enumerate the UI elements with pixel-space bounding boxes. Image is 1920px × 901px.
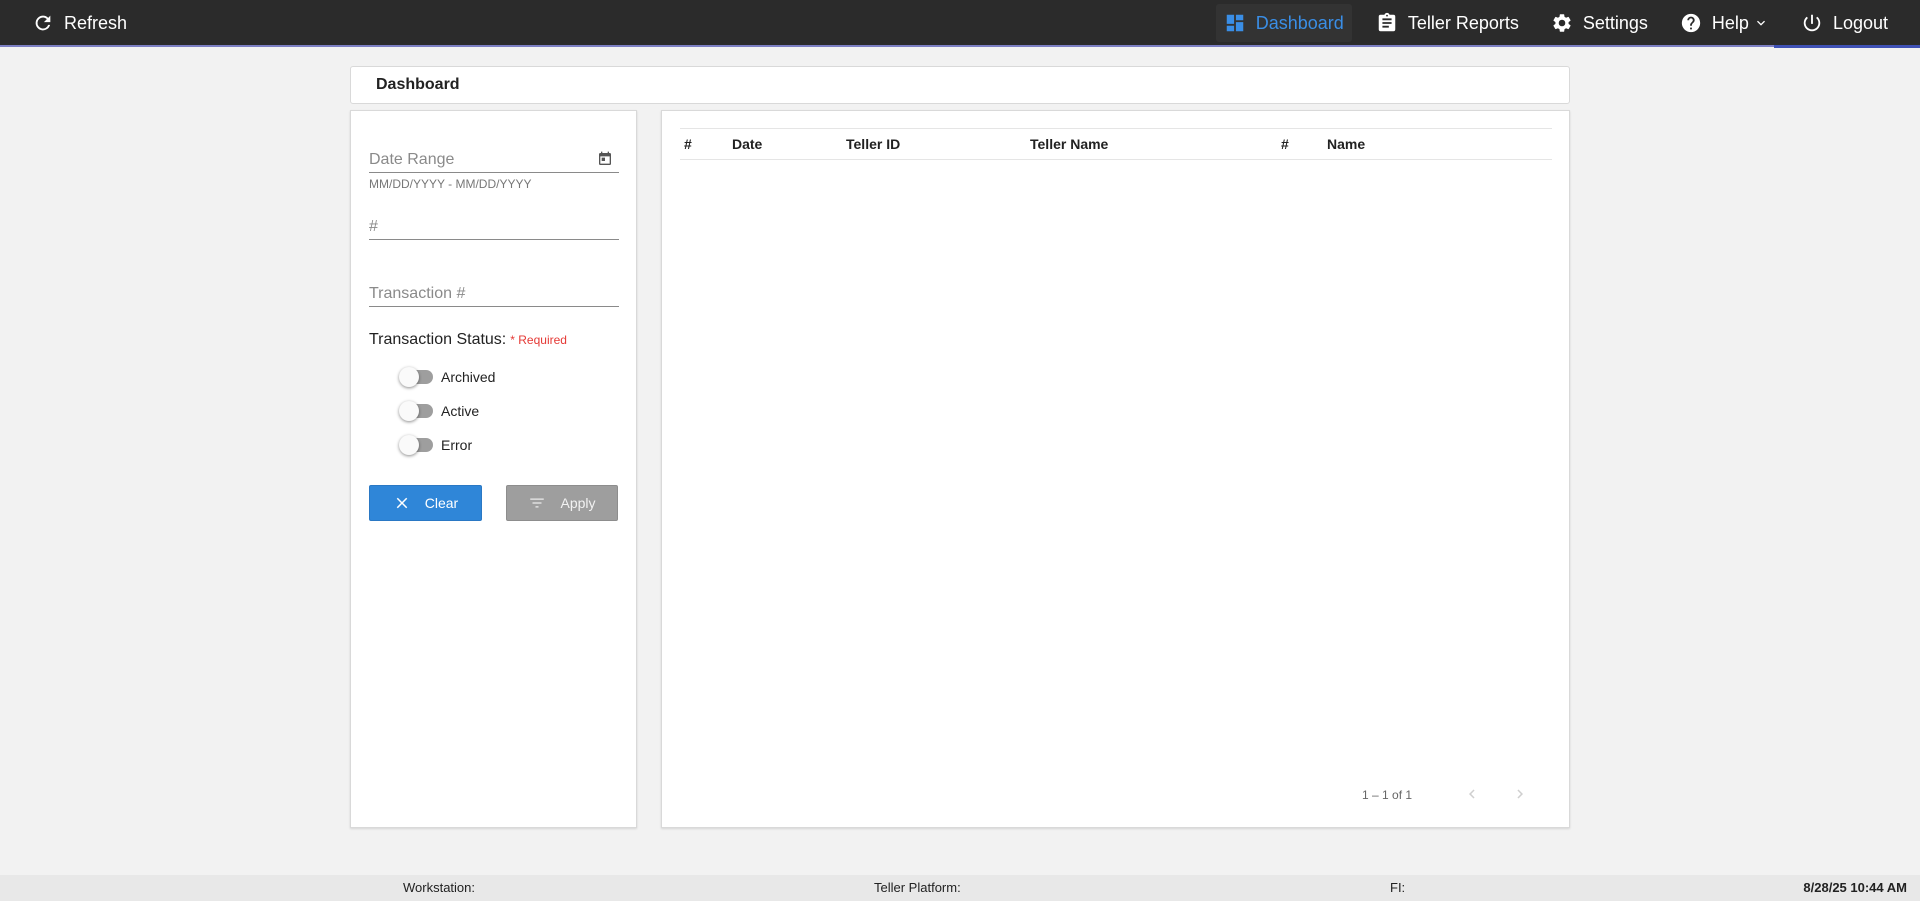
chevron-down-icon [1756, 20, 1765, 26]
active-switch[interactable] [399, 401, 435, 421]
refresh-icon [35, 15, 51, 31]
top-navbar: Refresh Dashboard Teller Reports Setting… [0, 0, 1920, 45]
transaction-number-input[interactable]: Transaction # [369, 275, 619, 307]
footer-fi: FI: [1390, 880, 1406, 895]
refresh-button[interactable]: Refresh [24, 4, 135, 42]
footer-workstation: Workstation: [403, 880, 476, 895]
apply-button[interactable]: Apply [506, 485, 618, 521]
clipboard-icon [1378, 12, 1396, 32]
toggle-archived-label: Archived [441, 369, 496, 385]
chevron-left-icon [1469, 789, 1475, 799]
close-icon [396, 497, 408, 509]
next-page-button[interactable] [1505, 779, 1535, 809]
active-indicator [1774, 45, 1920, 48]
previous-page-button[interactable] [1457, 779, 1487, 809]
nav-teller-reports-label: Teller Reports [1407, 12, 1519, 33]
dashboard-icon [1226, 14, 1243, 32]
nav-settings[interactable]: Settings [1543, 4, 1656, 42]
toggle-error[interactable]: Error [399, 435, 472, 455]
toggle-archived[interactable]: Archived [399, 367, 495, 387]
page-title: Dashboard [376, 76, 460, 93]
help-icon [1681, 13, 1701, 33]
gear-icon [1553, 14, 1571, 32]
column-header-number[interactable]: # [684, 129, 692, 159]
navbar-underline [0, 45, 1920, 48]
nav-dashboard[interactable]: Dashboard [1215, 4, 1352, 42]
table-header: # Date Teller ID Teller Name # Name [680, 128, 1552, 160]
status-footer: Workstation: Teller Platform: FI: 8/28/2… [0, 875, 1920, 901]
nav-help[interactable]: Help [1672, 4, 1777, 42]
filter-icon [530, 498, 545, 508]
apply-label: Apply [560, 495, 596, 511]
toggle-error-label: Error [441, 437, 473, 453]
logout-button[interactable]: Logout [1793, 4, 1896, 42]
results-panel: # Date Teller ID Teller Name # Name 1 – … [661, 110, 1570, 828]
column-header-teller-name[interactable]: Teller Name [1030, 129, 1108, 159]
nav-dashboard-label: Dashboard [1255, 12, 1344, 33]
status-label-text: Transaction Status: [369, 331, 507, 348]
nav-teller-reports[interactable]: Teller Reports [1368, 4, 1527, 42]
date-range-input[interactable]: Date Range [369, 141, 619, 173]
nav-help-label: Help [1711, 12, 1749, 33]
number-input[interactable]: # [369, 208, 619, 240]
clear-button[interactable]: Clear [369, 485, 482, 521]
date-range-placeholder: Date Range [369, 151, 455, 168]
column-header-number-2[interactable]: # [1281, 129, 1289, 159]
column-header-date[interactable]: Date [732, 129, 762, 159]
filter-panel: Date Range MM/DD/YYYY - MM/DD/YYYY # Tra… [350, 110, 637, 828]
clear-label: Clear [424, 495, 459, 511]
pagination-range: 1 – 1 of 1 [1362, 788, 1413, 802]
date-range-hint: MM/DD/YYYY - MM/DD/YYYY [369, 177, 532, 191]
chevron-right-icon [1517, 789, 1523, 799]
power-icon [1803, 14, 1821, 32]
logout-label: Logout [1832, 12, 1888, 33]
refresh-label: Refresh [64, 12, 128, 33]
toggle-active[interactable]: Active [399, 401, 479, 421]
transaction-placeholder: Transaction # [369, 285, 466, 302]
page-header: Dashboard [350, 66, 1570, 104]
nav-settings-label: Settings [1582, 12, 1648, 33]
error-switch[interactable] [399, 435, 435, 455]
footer-teller-platform: Teller Platform: [874, 880, 961, 895]
toggle-active-label: Active [441, 403, 480, 419]
nav-menu: Dashboard Teller Reports Settings Help L… [1215, 4, 1896, 42]
archived-switch[interactable] [399, 367, 435, 387]
footer-datetime: 8/28/25 10:44 AM [1803, 880, 1907, 895]
column-header-name[interactable]: Name [1327, 129, 1365, 159]
transaction-status-label: Transaction Status: * Required [369, 331, 567, 349]
required-label: * Required [510, 333, 567, 347]
calendar-icon[interactable] [597, 151, 613, 167]
column-header-teller-id[interactable]: Teller ID [846, 129, 900, 159]
number-placeholder: # [369, 218, 378, 235]
